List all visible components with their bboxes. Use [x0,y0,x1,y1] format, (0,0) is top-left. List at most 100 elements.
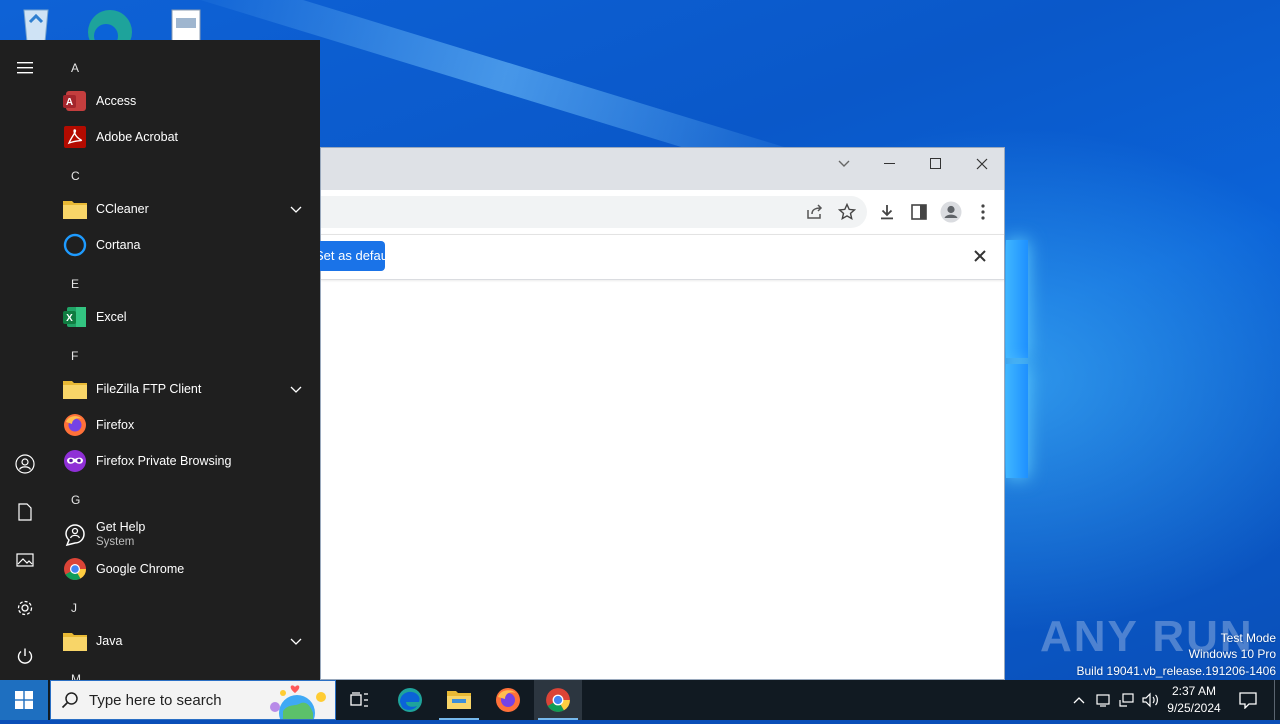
clock-date: 9/25/2024 [1167,701,1221,715]
edge-icon[interactable] [88,6,132,54]
svg-text:A: A [66,97,73,108]
app-label: Firefox Private Browsing [96,454,232,468]
taskbar-file-explorer-icon[interactable] [435,680,483,720]
app-label: Excel [96,310,127,324]
app-adobe-acrobat[interactable]: Adobe Acrobat [62,120,310,154]
volume-icon[interactable] [1140,680,1162,720]
section-letter-c[interactable]: C [71,169,80,183]
set-as-default-button[interactable]: Set as default [319,241,385,271]
os-version-label: Windows 10 Pro [1188,647,1276,661]
app-excel[interactable]: X Excel [62,300,310,334]
chrome-window[interactable]: Set as default [319,147,1005,680]
chevron-down-icon[interactable] [290,633,302,651]
logo-pane-top [1006,240,1028,358]
test-mode-label: Test Mode [1220,631,1276,645]
excel-icon: X [62,304,88,330]
minimize-icon[interactable] [867,148,913,180]
app-filezilla-folder[interactable]: FileZilla FTP Client [62,372,310,406]
app-label: Access [96,94,137,108]
app-ccleaner-folder[interactable]: CCleaner [62,192,310,226]
title-bar[interactable] [321,148,1004,190]
tab-search-icon[interactable] [821,148,867,180]
file-icon[interactable] [168,6,208,43]
firefox-private-icon [62,448,88,474]
clock-time: 2:37 AM [1171,684,1217,698]
browser-toolbar [321,190,1004,234]
search-highlight-illustration-icon [261,683,333,724]
section-letter-j[interactable]: J [71,601,77,615]
search-placeholder: Type here to search [89,692,222,709]
more-menu-icon[interactable] [971,200,995,224]
start-menu: A A Access Adobe Acrobat C CCleaner Cort… [0,40,320,680]
app-label: Adobe Acrobat [96,130,179,144]
app-java-folder[interactable]: Java [62,624,310,658]
show-hidden-icons-chevron-up-icon[interactable] [1068,680,1090,720]
app-firefox[interactable]: Firefox [62,408,310,442]
windows-logo-wallpaper [1006,240,1030,480]
documents-icon[interactable] [13,500,37,524]
network-icon[interactable] [1116,680,1138,720]
show-desktop-button[interactable] [1274,680,1275,720]
start-button[interactable] [0,680,48,720]
app-label: Cortana [96,238,141,252]
recycle-bin-icon[interactable] [16,6,56,43]
taskbar: Type here to search 2:37 AM 9/25/2024 [0,680,1280,724]
chevron-down-icon[interactable] [290,201,302,219]
folder-icon [62,628,88,654]
section-letter-a[interactable]: A [71,61,79,75]
taskbar-edge-icon[interactable] [386,680,434,720]
app-firefox-private[interactable]: Firefox Private Browsing [62,444,310,478]
bookmark-star-icon[interactable] [835,200,859,224]
close-infobar-icon[interactable] [973,249,989,265]
taskbar-firefox-icon[interactable] [484,680,532,720]
app-label: Get Help System [96,520,145,548]
task-view-icon[interactable] [336,680,384,720]
share-icon[interactable] [803,200,827,224]
download-icon[interactable] [875,200,899,224]
acrobat-icon [62,124,88,150]
search-icon [61,691,79,714]
notifications-icon[interactable] [1236,680,1260,720]
app-label: Java [96,634,123,648]
section-letter-m[interactable]: M [71,672,81,680]
app-label: Firefox [96,418,135,432]
get-help-icon [62,521,88,547]
chrome-icon [62,556,88,582]
app-label-main: Get Help [96,520,146,534]
windows-start-icon [15,691,33,709]
folder-icon [62,376,88,402]
app-sublabel: System [96,536,135,548]
power-icon[interactable] [13,644,37,668]
app-cortana[interactable]: Cortana [62,228,310,262]
section-letter-g[interactable]: G [71,493,80,507]
folder-icon [62,196,88,222]
access-icon: A [62,88,88,114]
hamburger-menu-icon[interactable] [13,56,37,80]
firefox-icon [62,412,88,438]
section-letter-e[interactable]: E [71,277,79,291]
settings-gear-icon[interactable] [13,596,37,620]
app-get-help[interactable]: Get Help System [62,516,310,552]
app-label: FileZilla FTP Client [96,382,202,396]
address-bar[interactable] [321,196,867,228]
maximize-icon[interactable] [913,148,959,180]
taskbar-clock[interactable]: 2:37 AM 9/25/2024 [1162,683,1226,717]
chevron-down-icon[interactable] [290,381,302,399]
build-label: Build 19041.vb_release.191206-1406 [1076,664,1277,678]
app-label: Google Chrome [96,562,185,576]
pictures-icon[interactable] [13,548,37,572]
app-google-chrome[interactable]: Google Chrome [62,552,310,586]
logo-pane-bottom [1006,364,1028,478]
taskbar-chrome-icon[interactable] [534,680,582,720]
meet-now-icon[interactable] [1092,680,1114,720]
cortana-icon [62,232,88,258]
user-account-icon[interactable] [13,452,37,476]
app-access[interactable]: A Access [62,84,310,118]
section-letter-f[interactable]: F [71,349,78,363]
app-label: CCleaner [96,202,149,216]
close-icon[interactable] [959,148,1005,180]
taskbar-search-box[interactable]: Type here to search [50,680,336,724]
side-panel-icon[interactable] [907,200,931,224]
default-browser-infobar: Set as default [319,234,1004,280]
profile-avatar-icon[interactable] [939,200,963,224]
